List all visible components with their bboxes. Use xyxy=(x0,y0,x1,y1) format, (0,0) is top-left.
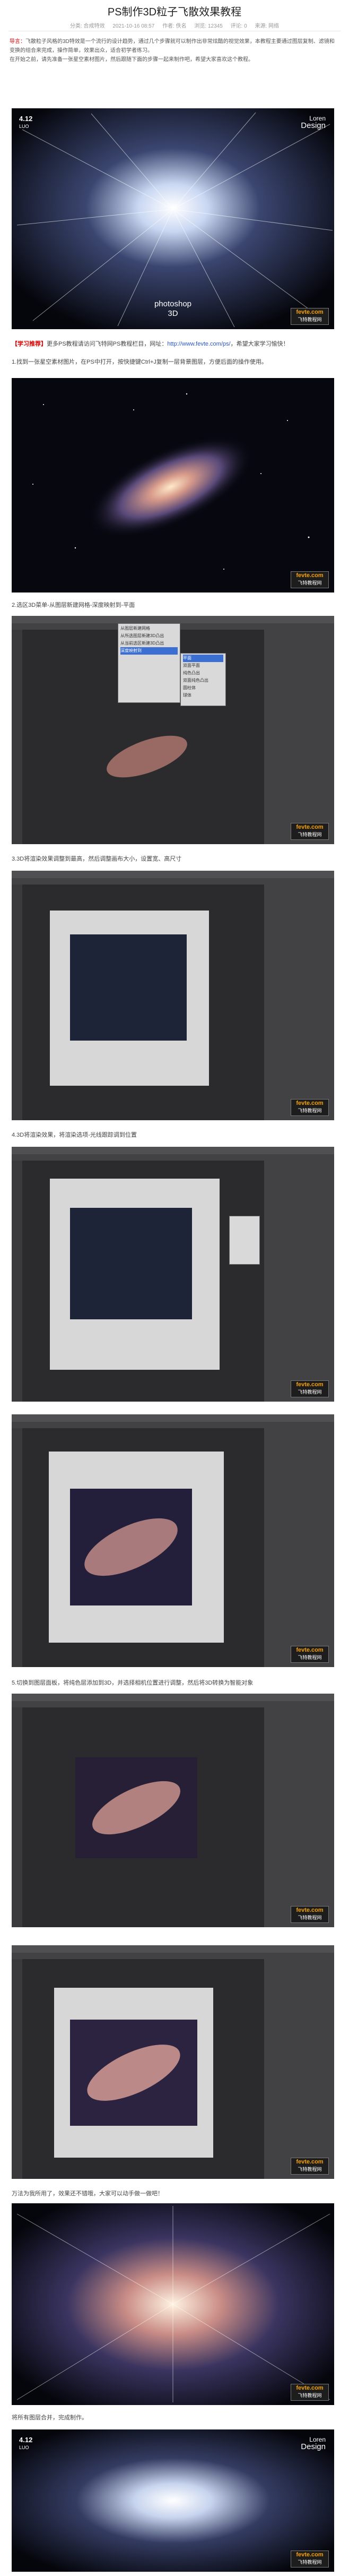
article-page: PS制作3D粒子飞散效果教程 分类: 合成特效 2021-10-16 08:57… xyxy=(0,0,349,2576)
intro-text: 飞散粒子风格的3D特效是一个流行的设计趋势，通过几个步骤就可以制作出非常炫酷的视… xyxy=(10,39,335,54)
render-settings-dropdown xyxy=(229,1216,260,1265)
step-6-text: 万法为我所用了，效果还不错哦，大家可以动手做一做吧！ xyxy=(12,2191,163,2197)
intro-text-2: 在开始之前，请先准备一张星空素材图片，然后跟随下面的步骤一起来制作吧，希望大家喜… xyxy=(10,57,254,63)
ps-screenshot-final-adjust: fevte.com 飞特教程网 xyxy=(12,1945,334,2179)
banner-brand: Loren Design xyxy=(301,2436,326,2451)
recommend-paragraph: 【学习推荐】更多PS教程请访问飞特网PS教程栏目，网址：http://www.f… xyxy=(12,341,289,347)
step-1-text: 1.找到一张星空素材图片，在PS中打开，按快捷键Ctrl+J复制一层背景图层，方… xyxy=(12,359,267,365)
ps-screenshot-3d-menu: 从图层新建网格 从所选图层新建3D凸出 从当前选区新建3D凸出 深度映射到 平面… xyxy=(12,616,334,844)
watermark-logo: fevte.com 飞特教程网 xyxy=(291,2384,329,2401)
banner-date: 4.12 LUO xyxy=(19,115,33,129)
intro-prefix: 导言： xyxy=(10,39,25,45)
meta-source: 来源: 网络 xyxy=(255,23,280,29)
step-7-text: 将所有图层合并，完成制作。 xyxy=(12,2415,88,2421)
ps-screenshot-render-2: fevte.com 飞特教程网 xyxy=(12,1147,334,1402)
meta-views: 浏览: 12345 xyxy=(194,23,223,29)
watermark-logo: fevte.com 飞特教程网 xyxy=(291,2551,329,2568)
step-5-text: 5.切换到图层面板，将纯色层添加到3D，并选择相机位置进行调整，然后将3D转换为… xyxy=(12,1680,254,1686)
meta-comments: 评论: 0 xyxy=(230,23,247,29)
step-2-text: 2.选区3D菜单-从图层新建网格-深度映射到-平面 xyxy=(12,602,135,608)
depth-map-submenu: 平面 双面平面 纯色凸出 双面纯色凸出 圆柱体 球体 xyxy=(180,653,226,706)
result-image: fevte.com 飞特教程网 xyxy=(12,2203,334,2405)
banner-image: 4.12 LUO Loren Design photoshop 3D fevte.co… xyxy=(12,108,334,329)
banner-caption: photoshop 3D xyxy=(154,299,192,318)
watermark-logo: fevte.com 飞特教程网 xyxy=(291,571,329,588)
watermark-logo: fevte.com 飞特教程网 xyxy=(291,823,329,840)
final-banner-image: 4.12 LUO Loren Design fevte.com 飞特教程网 xyxy=(12,2429,334,2572)
starburst-art xyxy=(12,108,334,329)
meta-date: 2021-10-16 08:57 xyxy=(112,23,155,29)
watermark-logo: fevte.com 飞特教程网 xyxy=(291,1380,329,1397)
article-meta: 分类: 合成特效 2021-10-16 08:57 作者: 佚名 浏览: 123… xyxy=(0,21,349,29)
step-3-text: 3.3D将渲染效果调整到最高，然后调整画布大小，设置宽、高尺寸 xyxy=(12,856,182,862)
watermark-logo: fevte.com 飞特教程网 xyxy=(291,308,329,325)
meta-author: 作者: 佚名 xyxy=(162,23,187,29)
article-title: PS制作3D粒子飞散效果教程 xyxy=(107,6,242,18)
watermark-logo: fevte.com 飞特教程网 xyxy=(291,1099,329,1116)
ps-screenshot-render-3: fevte.com 飞特教程网 xyxy=(12,1414,334,1667)
3d-menu-dropdown: 从图层新建网格 从所选图层新建3D凸出 从当前选区新建3D凸出 深度映射到 xyxy=(118,623,180,703)
article-intro: 导言：飞散粒子风格的3D特效是一个流行的设计趋势，通过几个步骤就可以制作出非常炫… xyxy=(10,37,339,64)
banner-brand: Loren Design xyxy=(301,115,326,130)
ps-screenshot-camera: fevte.com 飞特教程网 xyxy=(12,1694,334,1927)
step-4-text: 4.3D将渲染效果，将渲染选项-光线跟踪调到位置 xyxy=(12,1132,137,1138)
ps-screenshot-render-1: fevte.com 飞特教程网 xyxy=(12,871,334,1120)
galaxy-image: fevte.com 飞特教程网 xyxy=(12,378,334,593)
watermark-logo: fevte.com 飞特教程网 xyxy=(291,2158,329,2175)
tutorial-link[interactable]: http://www.fevte.com/ps/ xyxy=(167,341,230,347)
watermark-logo: fevte.com 飞特教程网 xyxy=(291,1906,329,1923)
banner-date: 4.12 LUO xyxy=(19,2436,33,2450)
meta-category: 分类: 合成特效 xyxy=(69,23,105,29)
watermark-logo: fevte.com 飞特教程网 xyxy=(291,1646,329,1663)
